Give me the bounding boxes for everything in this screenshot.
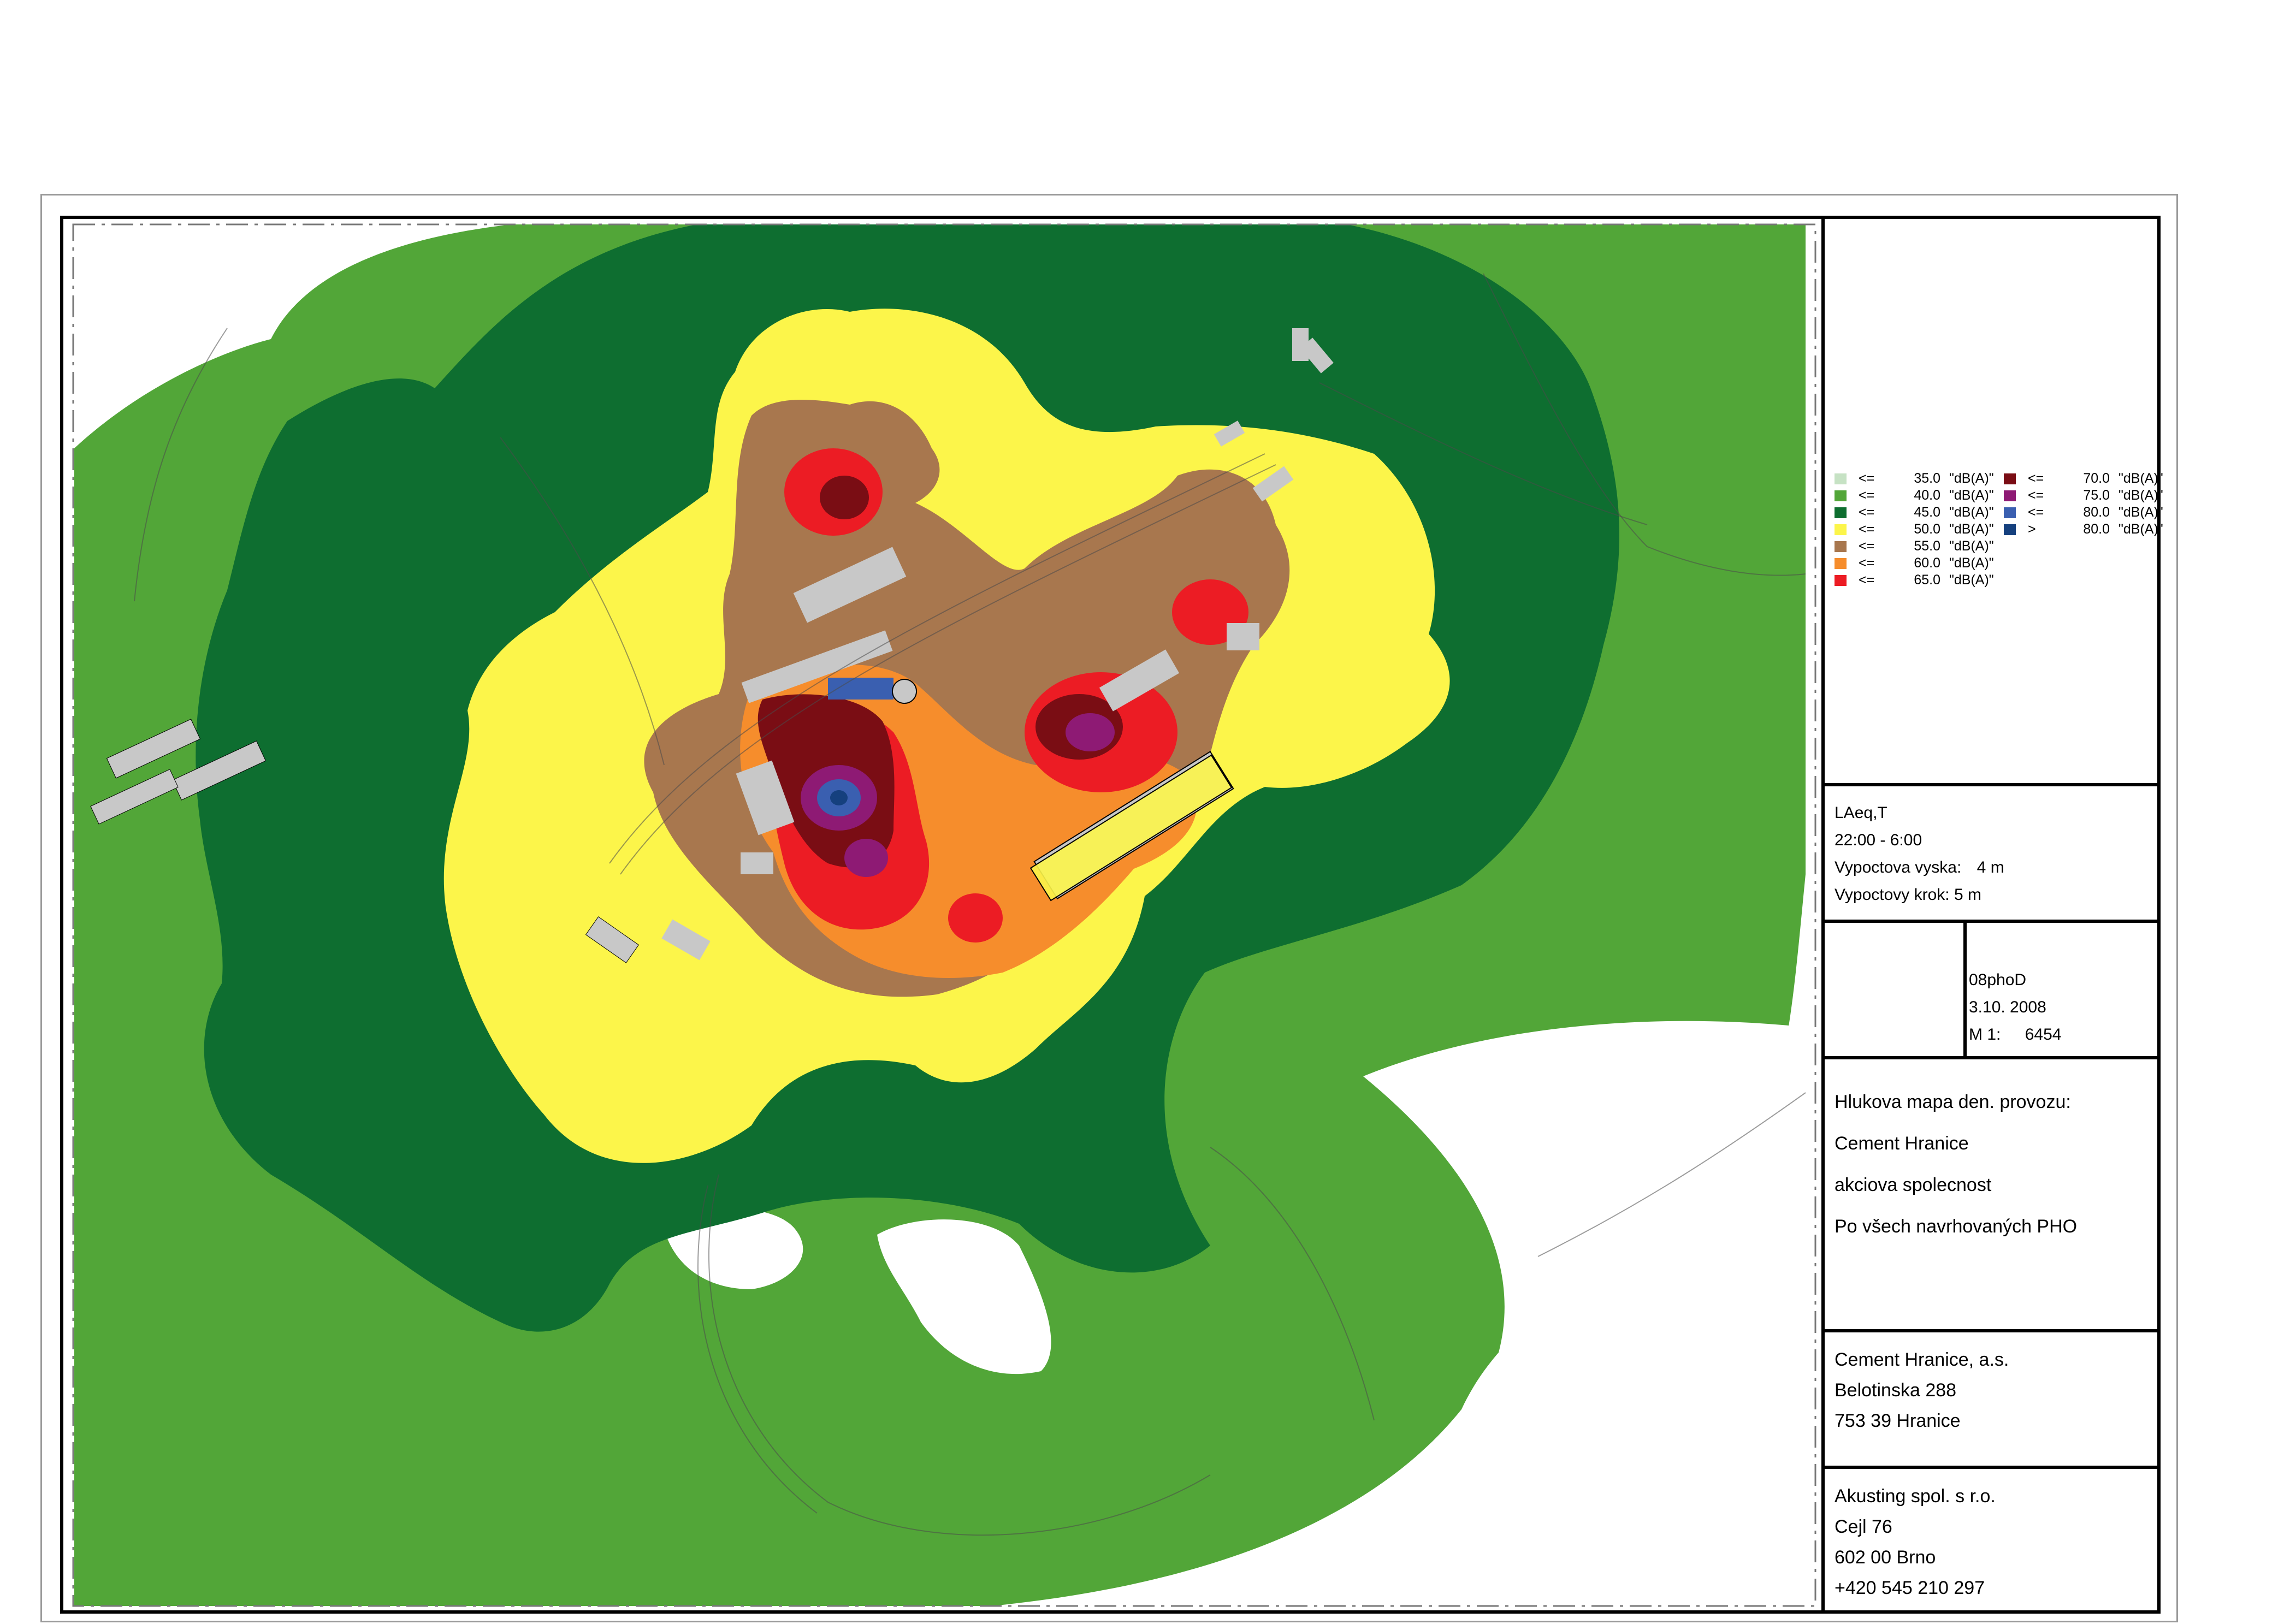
calc-params-cell: LAeq,T 22:00 - 6:00 Vypoctova vyska: 4 m… (1821, 783, 2161, 920)
legend-value: 65.0 (1914, 572, 1940, 588)
scale-value: 6454 (2025, 1026, 2062, 1044)
author-cell: Akusting spol. s r.o. Cejl 76 602 00 Brn… (1821, 1466, 2161, 1614)
legend-value: 80.0 (2083, 505, 2110, 520)
legend-unit: "dB(A)" (1949, 488, 1994, 503)
legend-swatch (1835, 558, 1847, 569)
legend-operator: <= (1859, 488, 1875, 503)
legend-value: 60.0 (1914, 555, 1940, 571)
legend-unit: "dB(A)" (2119, 488, 2163, 503)
legend-value: 40.0 (1914, 488, 1940, 503)
drawing-scale: M 1: 6454 (1969, 1021, 2061, 1048)
client-name: Cement Hranice, a.s. (1835, 1349, 2009, 1370)
legend-value: 75.0 (2083, 488, 2110, 503)
legend-unit: "dB(A)" (2119, 521, 2163, 537)
legend-cell: <= 35.0 "dB(A)" <= 40.0 "dB(A)" <= 45.0 "dB(A)" <… (1821, 216, 2163, 783)
legend-swatch (2004, 524, 2016, 535)
legend-operator: <= (2028, 471, 2044, 486)
legend-swatch (1835, 541, 1847, 552)
metric-label: LAeq,T (1835, 804, 1887, 822)
calc-params: LAeq,T 22:00 - 6:00 Vypoctova vyska: 4 m… (1835, 799, 2004, 909)
legend-unit: "dB(A)" (1949, 538, 1994, 554)
legend-swatch (2004, 473, 2016, 484)
legend-swatch (2004, 507, 2016, 518)
legend-value: 45.0 (1914, 505, 1940, 520)
title-line-4: Po všech navrhovaných PHO (1835, 1216, 2078, 1237)
author-city: 602 00 Brno (1835, 1547, 1936, 1568)
legend-value: 55.0 (1914, 538, 1940, 554)
legend-operator: <= (1859, 572, 1875, 588)
map-title: Hlukova mapa den. provozu: Cement Hranic… (1835, 1081, 2077, 1247)
title-line-1: Hlukova mapa den. provozu: (1835, 1092, 2071, 1112)
legend-unit: "dB(A)" (1949, 471, 1994, 486)
legend-operator: <= (2028, 505, 2044, 520)
height-value: 4 m (1977, 858, 2004, 876)
legend-operator: <= (1859, 471, 1875, 486)
legend-operator: <= (1859, 538, 1875, 554)
legend-operator: <= (1859, 555, 1875, 571)
period-label: 22:00 - 6:00 (1835, 831, 1922, 849)
author-phone: +420 545 210 297 (1835, 1578, 1985, 1598)
legend-swatch (1835, 575, 1847, 586)
drawing-date: 3.10. 2008 (1969, 998, 2046, 1016)
client-address: Cement Hranice, a.s. Belotinska 288 753 … (1835, 1344, 2009, 1436)
legend-swatch (1835, 507, 1847, 518)
author-street: Cejl 76 (1835, 1516, 1892, 1537)
legend-value: 35.0 (1914, 471, 1940, 486)
title-line-2: Cement Hranice (1835, 1133, 1969, 1154)
client-street: Belotinska 288 (1835, 1380, 1957, 1401)
legend-operator: <= (1859, 521, 1875, 537)
legend-value: 80.0 (2083, 521, 2110, 537)
title-line-3: akciova spolecnost (1835, 1175, 1992, 1195)
author-address: Akusting spol. s r.o. Cejl 76 602 00 Brn… (1835, 1481, 1996, 1603)
scale-label: M 1: (1969, 1026, 2001, 1044)
legend-operator: <= (2028, 488, 2044, 503)
height-label: Vypoctova vyska: (1835, 858, 1962, 876)
legend-swatch (1835, 473, 1847, 484)
cell-divider (1963, 923, 1967, 1056)
drawing-info-cell: 08phoD 3.10. 2008 M 1: 6454 (1821, 920, 2161, 1056)
legend-unit: "dB(A)" (1949, 555, 1994, 571)
step-label: Vypoctovy krok: 5 m (1835, 886, 1981, 904)
legend-swatch (1835, 490, 1847, 501)
client-cell: Cement Hranice, a.s. Belotinska 288 753 … (1821, 1329, 2161, 1466)
legend-swatch (2004, 490, 2016, 501)
legend-unit: "dB(A)" (2119, 471, 2163, 486)
drawing-info: 08phoD 3.10. 2008 M 1: 6454 (1969, 967, 2061, 1048)
client-city: 753 39 Hranice (1835, 1410, 1961, 1431)
drawing-code: 08phoD (1969, 971, 2027, 989)
legend-unit: "dB(A)" (2119, 505, 2163, 520)
legend-unit: "dB(A)" (1949, 572, 1994, 588)
legend-operator: <= (1859, 505, 1875, 520)
legend-operator: > (2028, 521, 2036, 537)
legend-value: 50.0 (1914, 521, 1940, 537)
height-row: Vypoctova vyska: 4 m (1835, 854, 2004, 881)
title-cell: Hlukova mapa den. provozu: Cement Hranic… (1821, 1056, 2161, 1329)
legend-unit: "dB(A)" (1949, 521, 1994, 537)
author-name: Akusting spol. s r.o. (1835, 1486, 1996, 1507)
title-block: <= 35.0 "dB(A)" <= 40.0 "dB(A)" <= 45.0 "dB(A)" <… (1821, 216, 2163, 1614)
legend-swatch (1835, 524, 1847, 535)
legend-unit: "dB(A)" (1949, 505, 1994, 520)
legend-value: 70.0 (2083, 471, 2110, 486)
